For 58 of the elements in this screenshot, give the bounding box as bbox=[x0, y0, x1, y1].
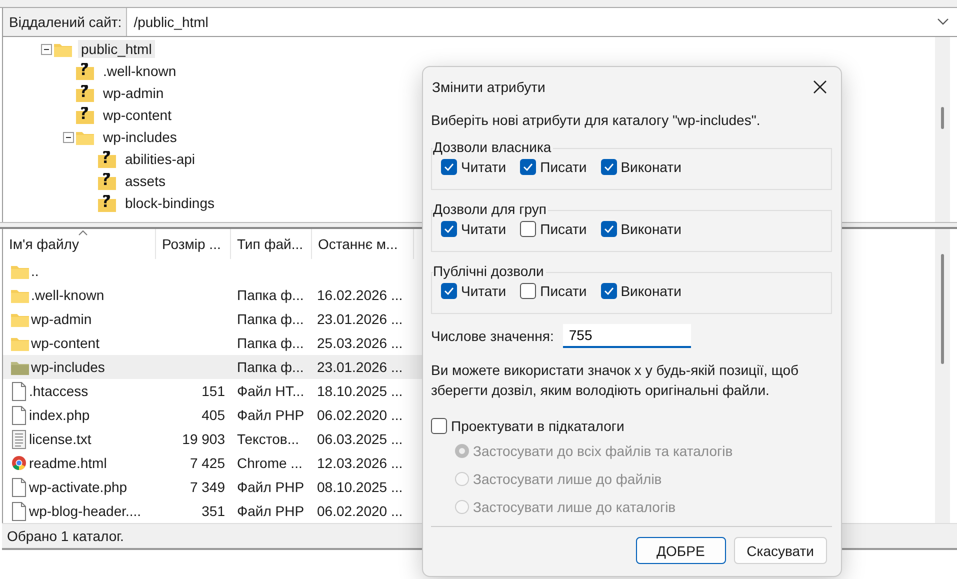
numeric-value-label: Числове значення: bbox=[431, 328, 554, 344]
file-size: 7 349 bbox=[190, 479, 225, 495]
checkbox-label: Виконати bbox=[620, 221, 682, 237]
checkbox-label: Читати bbox=[461, 221, 506, 237]
checkbox-label: Писати bbox=[540, 283, 587, 299]
hint-text: Ви можете використати значок x у будь-якій позиції, щоб зберегти дозвіл, яким володіють оригінальні файли. bbox=[431, 361, 800, 400]
radio-label: Застосувати лише до каталогів bbox=[473, 499, 676, 515]
file-size: 351 bbox=[202, 503, 225, 519]
file-name: .well-known bbox=[31, 287, 104, 303]
modified-date: 25.03.2026 ... bbox=[317, 335, 403, 351]
checkbox-label: Писати bbox=[540, 221, 587, 237]
group-title: Публічні дозволи bbox=[433, 263, 546, 279]
file-size: 151 bbox=[202, 383, 225, 399]
file-type: Файл HT... bbox=[237, 383, 304, 399]
modified-date: 18.10.2025 ... bbox=[317, 383, 403, 399]
file-name: .. bbox=[31, 263, 39, 279]
modified-date: 06.03.2025 ... bbox=[317, 431, 403, 447]
file-name: wp-activate.php bbox=[29, 479, 128, 495]
file-type: Файл PHP bbox=[237, 479, 304, 495]
file-name: readme.html bbox=[29, 455, 107, 471]
file-size: 405 bbox=[202, 407, 225, 423]
modified-date: 23.01.2026 ... bbox=[317, 359, 403, 375]
radio-label: Застосувати лише до файлів bbox=[473, 471, 662, 487]
modified-date: 12.03.2026 ... bbox=[317, 455, 403, 471]
file-type: Файл PHP bbox=[237, 407, 304, 423]
file-size: 7 425 bbox=[190, 455, 225, 471]
file-name: .htaccess bbox=[29, 383, 88, 399]
file-type: Папка ф... bbox=[237, 359, 304, 375]
remote-site-label: Віддалений сайт: bbox=[2, 8, 127, 36]
file-name: wp-admin bbox=[31, 311, 92, 327]
file-type: Chrome ... bbox=[237, 455, 302, 471]
checkbox-label: Читати bbox=[461, 159, 506, 175]
checkbox-label: Читати bbox=[461, 283, 506, 299]
radio-label: Застосувати до всіх файлів та каталогів bbox=[473, 443, 733, 459]
checkbox-label: Виконати bbox=[620, 159, 682, 175]
checkbox-label: Писати bbox=[540, 159, 587, 175]
file-type: Папка ф... bbox=[237, 311, 304, 327]
file-type: Папка ф... bbox=[237, 287, 304, 303]
group-title: Дозволи для груп bbox=[433, 201, 548, 217]
dialog-prompt: Виберіть нові атрибути для каталогу "wp-includes". bbox=[431, 112, 762, 128]
modified-date: 08.10.2025 ... bbox=[317, 479, 403, 495]
file-name: index.php bbox=[29, 407, 90, 423]
checkbox-label: Виконати bbox=[620, 283, 682, 299]
modified-date: 23.01.2026 ... bbox=[317, 311, 403, 327]
checkbox-label: Проектувати в підкаталоги bbox=[451, 418, 624, 434]
file-name: license.txt bbox=[29, 431, 92, 447]
file-type: Текстов... bbox=[237, 431, 299, 447]
file-type: Файл PHP bbox=[237, 503, 304, 519]
file-name: wp-blog-header.... bbox=[29, 503, 142, 519]
file-name: wp-includes bbox=[31, 359, 105, 375]
modified-date: 06.02.2020 ... bbox=[317, 407, 403, 423]
group-title: Дозволи власника bbox=[433, 139, 554, 155]
modified-date: 16.02.2026 ... bbox=[317, 287, 403, 303]
file-size: 19 903 bbox=[182, 431, 225, 447]
file-type: Папка ф... bbox=[237, 335, 304, 351]
modified-date: 06.02.2020 ... bbox=[317, 503, 403, 519]
file-name: wp-content bbox=[31, 335, 100, 351]
dialog-title: Змінити атрибути bbox=[432, 79, 546, 95]
